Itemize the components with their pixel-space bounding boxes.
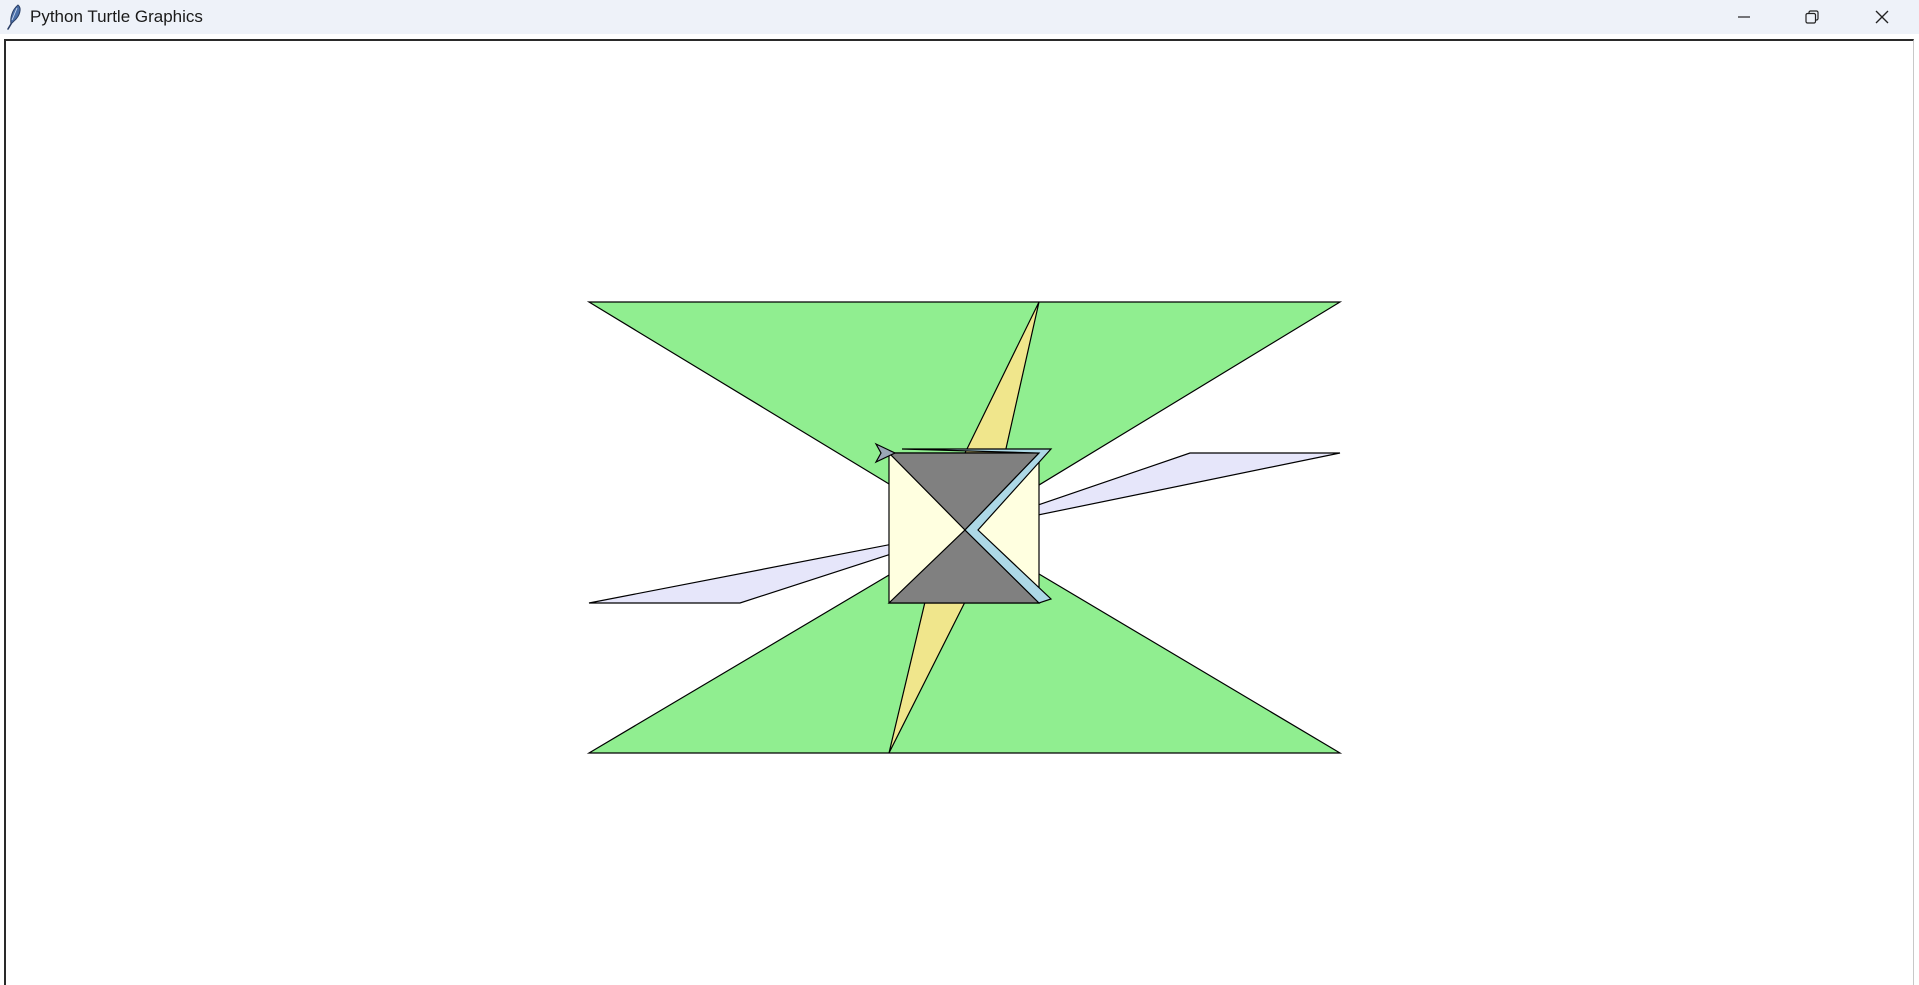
close-icon (1874, 9, 1890, 25)
restore-icon (1804, 9, 1820, 25)
window-title: Python Turtle Graphics (30, 7, 203, 26)
turtle-canvas[interactable] (4, 39, 1914, 985)
minimize-button[interactable] (1710, 0, 1778, 34)
title-bar[interactable]: Python Turtle Graphics (0, 0, 1919, 34)
restore-button[interactable] (1778, 0, 1846, 34)
minimize-icon (1736, 9, 1752, 25)
feather-icon (5, 4, 23, 30)
close-button[interactable] (1848, 0, 1916, 34)
drawing-surface (586, 301, 1343, 754)
turtle-window: Python Turtle Graphics (0, 0, 1919, 985)
